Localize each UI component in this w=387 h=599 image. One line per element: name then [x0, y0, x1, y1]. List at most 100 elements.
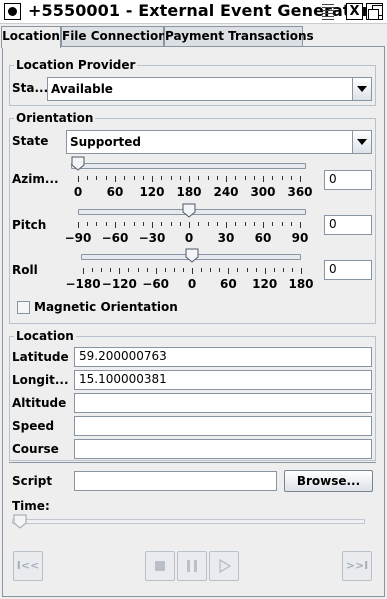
- longitude-field[interactable]: 15.100000381: [74, 370, 372, 390]
- slider-tick: [237, 268, 239, 272]
- slider-tick: [219, 268, 221, 272]
- roll-tick-label: −120: [101, 277, 137, 291]
- script-label: Script: [12, 474, 53, 488]
- slider-tick: [301, 268, 302, 274]
- chevron-down-icon[interactable]: [352, 131, 371, 153]
- slider-tick: [291, 268, 293, 272]
- separator: [9, 462, 376, 463]
- slider-tick: [87, 176, 89, 180]
- pitch-field[interactable]: 0: [324, 215, 372, 235]
- play-icon: [219, 558, 232, 574]
- roll-tick-label: −60: [142, 277, 170, 291]
- azimuth-tick-label: 180: [176, 185, 202, 199]
- slider-tick: [133, 222, 135, 226]
- roll-field[interactable]: 0: [324, 260, 372, 280]
- slider-tick: [96, 222, 98, 226]
- maximize-icon[interactable]: [366, 3, 383, 20]
- slider-tick: [124, 176, 126, 180]
- time-slider-thumb[interactable]: [13, 514, 27, 529]
- azimuth-slider-thumb[interactable]: [71, 156, 85, 171]
- tab-payment-transactions[interactable]: Payment Transactions: [164, 26, 314, 47]
- script-field[interactable]: [74, 471, 277, 491]
- latitude-field[interactable]: 59.200000763: [74, 347, 372, 367]
- orientation-state-dropdown[interactable]: Supported: [66, 130, 372, 154]
- slider-tick: [282, 268, 284, 272]
- slider-tick: [216, 176, 218, 180]
- azimuth-slider-track[interactable]: [71, 163, 306, 169]
- roll-ticks: [83, 268, 302, 274]
- chevron-down-icon[interactable]: [352, 78, 371, 100]
- roll-slider-thumb[interactable]: [185, 248, 199, 263]
- skip-first-button[interactable]: I<<: [13, 551, 43, 581]
- slider-tick: [272, 222, 274, 226]
- slider-tick: [105, 222, 107, 226]
- pause-icon: [187, 560, 197, 572]
- play-button[interactable]: [209, 551, 239, 581]
- drag-grip[interactable]: [322, 4, 334, 20]
- azimuth-label: Azim...: [12, 172, 59, 186]
- slider-tick: [78, 176, 79, 182]
- skip-last-button[interactable]: >>I: [342, 551, 372, 581]
- browse-button[interactable]: Browse...: [284, 470, 373, 492]
- pitch-tick-label: −90: [64, 231, 92, 245]
- slider-tick: [170, 222, 172, 226]
- speed-label: Speed: [12, 419, 55, 433]
- slider-tick: [179, 176, 181, 180]
- slider-tick: [87, 222, 89, 226]
- altitude-field[interactable]: [74, 393, 372, 413]
- pitch-slider-thumb[interactable]: [182, 203, 196, 218]
- magnetic-orientation-label: Magnetic Orientation: [34, 300, 178, 314]
- longitude-label: Longit...: [12, 373, 69, 387]
- slider-tick: [151, 176, 153, 182]
- close-icon[interactable]: X: [346, 3, 363, 20]
- course-field[interactable]: [74, 439, 372, 459]
- slider-tick: [161, 176, 163, 180]
- slider-tick: [225, 176, 227, 182]
- slider-tick: [201, 268, 203, 272]
- slider-tick: [146, 268, 148, 272]
- slider-tick: [110, 268, 112, 272]
- pitch-label: Pitch: [12, 218, 47, 232]
- tab-location[interactable]: Location: [1, 26, 61, 48]
- slider-tick: [155, 268, 157, 274]
- slider-tick: [151, 222, 153, 228]
- slider-tick: [235, 222, 237, 226]
- provider-state-dropdown[interactable]: Available: [47, 77, 372, 101]
- pitch-tick-label: 0: [184, 231, 194, 245]
- slider-tick: [198, 176, 200, 180]
- title-bar: +5550001 - External Event Generator X: [0, 0, 387, 24]
- stop-icon: [155, 561, 165, 571]
- provider-state-value: Available: [51, 82, 113, 96]
- slider-tick: [101, 268, 103, 272]
- slider-tick: [216, 222, 218, 226]
- slider-tick: [207, 222, 209, 226]
- orientation-state-label: State: [12, 134, 49, 148]
- speed-field[interactable]: [74, 416, 372, 436]
- pitch-tick-label: −60: [101, 231, 129, 245]
- tab-file-connection[interactable]: File Connection: [61, 26, 167, 47]
- magnetic-orientation-checkbox[interactable]: [17, 301, 30, 314]
- slider-tick: [290, 222, 292, 226]
- azimuth-tick-label: 120: [139, 185, 165, 199]
- roll-tick-label: 180: [288, 277, 314, 291]
- azimuth-tick-labels: 0 60 120 180 240 300 360: [74, 185, 313, 201]
- window-menu-icon[interactable]: [4, 3, 21, 20]
- azimuth-field[interactable]: 0: [324, 170, 372, 190]
- orientation-state-value: Supported: [70, 135, 141, 149]
- slider-tick: [244, 222, 246, 226]
- roll-tick-label: −180: [65, 277, 101, 291]
- slider-tick: [189, 176, 190, 182]
- slider-tick: [142, 222, 144, 226]
- roll-tick-label: 60: [219, 277, 237, 291]
- slider-tick: [137, 268, 139, 272]
- slider-tick: [281, 222, 283, 226]
- stop-button[interactable]: [145, 551, 175, 581]
- slider-tick: [170, 176, 172, 180]
- slider-tick: [173, 268, 175, 272]
- pause-button[interactable]: [177, 551, 207, 581]
- slider-tick: [119, 268, 121, 274]
- time-slider-track[interactable]: [12, 519, 365, 524]
- slider-tick: [83, 268, 84, 274]
- slider-tick: [161, 222, 163, 226]
- skip-last-icon: >>I: [345, 559, 369, 572]
